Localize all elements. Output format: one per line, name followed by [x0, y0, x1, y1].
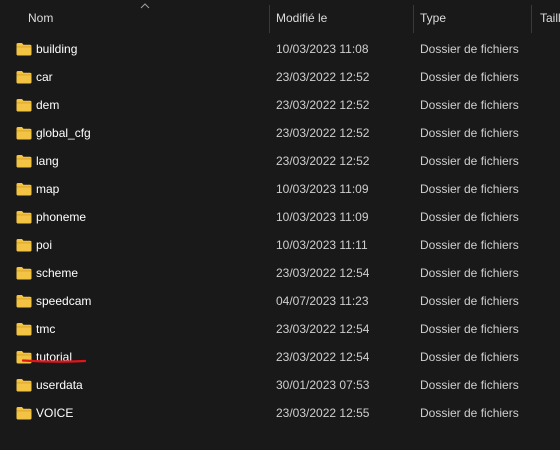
file-type: Dossier de fichiers [420, 294, 519, 308]
file-type: Dossier de fichiers [420, 70, 519, 84]
folder-icon [16, 295, 32, 308]
file-type: Dossier de fichiers [420, 98, 519, 112]
list-item[interactable]: speedcam 04/07/2023 11:23 Dossier de fic… [0, 287, 560, 315]
column-divider[interactable] [269, 5, 270, 33]
file-modified: 23/03/2022 12:52 [276, 126, 370, 140]
file-type: Dossier de fichiers [420, 42, 519, 56]
file-name: map [36, 182, 60, 196]
column-header-name[interactable]: Nom [28, 0, 268, 35]
file-type: Dossier de fichiers [420, 210, 519, 224]
file-name: phoneme [36, 210, 87, 224]
list-item[interactable]: tutorial 23/03/2022 12:54 Dossier de fic… [0, 343, 560, 371]
list-item[interactable]: car 23/03/2022 12:52 Dossier de fichiers [0, 63, 560, 91]
file-type: Dossier de fichiers [420, 238, 519, 252]
file-modified: 10/03/2023 11:09 [276, 210, 369, 224]
folder-icon [16, 267, 32, 280]
file-type: Dossier de fichiers [420, 182, 519, 196]
list-item[interactable]: lang 23/03/2022 12:52 Dossier de fichier… [0, 147, 560, 175]
file-modified: 23/03/2022 12:55 [276, 406, 370, 420]
file-name: lang [36, 154, 59, 168]
folder-icon [16, 239, 32, 252]
list-item[interactable]: building 10/03/2023 11:08 Dossier de fic… [0, 35, 560, 63]
file-modified: 23/03/2022 12:52 [276, 70, 370, 84]
folder-icon [16, 211, 32, 224]
file-modified: 10/03/2023 11:08 [276, 42, 369, 56]
column-header-type[interactable]: Type [420, 0, 528, 35]
file-modified: 04/07/2023 11:23 [276, 294, 369, 308]
list-item[interactable]: tmc 23/03/2022 12:54 Dossier de fichiers [0, 315, 560, 343]
file-modified: 23/03/2022 12:52 [276, 154, 370, 168]
column-divider[interactable] [531, 5, 532, 33]
folder-icon [16, 379, 32, 392]
file-modified: 10/03/2023 11:09 [276, 182, 369, 196]
folder-icon [16, 43, 32, 56]
list-item[interactable]: VOICE 23/03/2022 12:55 Dossier de fichie… [0, 399, 560, 427]
file-name: poi [36, 238, 53, 252]
red-underline-annotation [22, 359, 86, 363]
folder-icon [16, 407, 32, 420]
folder-icon [16, 183, 32, 196]
list-item[interactable]: phoneme 10/03/2023 11:09 Dossier de fich… [0, 203, 560, 231]
column-header-bar: Nom Modifié le Type Taille [0, 0, 560, 35]
list-item[interactable]: map 10/03/2023 11:09 Dossier de fichiers [0, 175, 560, 203]
file-name: userdata [36, 378, 83, 392]
column-divider[interactable] [413, 5, 414, 33]
column-header-modified[interactable]: Modifié le [276, 0, 410, 35]
file-modified: 23/03/2022 12:54 [276, 322, 370, 336]
folder-icon [16, 323, 32, 336]
list-item[interactable]: dem 23/03/2022 12:52 Dossier de fichiers [0, 91, 560, 119]
file-name: scheme [36, 266, 79, 280]
file-modified: 23/03/2022 12:54 [276, 266, 370, 280]
file-type: Dossier de fichiers [420, 266, 519, 280]
column-header-size[interactable]: Taille [540, 0, 560, 35]
file-type: Dossier de fichiers [420, 154, 519, 168]
file-modified: 23/03/2022 12:54 [276, 350, 370, 364]
file-modified: 23/03/2022 12:52 [276, 98, 370, 112]
file-type: Dossier de fichiers [420, 322, 519, 336]
file-type: Dossier de fichiers [420, 350, 519, 364]
file-name: tmc [36, 322, 56, 336]
folder-icon [16, 127, 32, 140]
file-type: Dossier de fichiers [420, 406, 519, 420]
file-name: dem [36, 98, 60, 112]
file-name: VOICE [36, 406, 74, 420]
list-item[interactable]: userdata 30/01/2023 07:53 Dossier de fic… [0, 371, 560, 399]
file-name: car [36, 70, 53, 84]
file-name: speedcam [36, 294, 92, 308]
file-type: Dossier de fichiers [420, 378, 519, 392]
list-item[interactable]: global_cfg 23/03/2022 12:52 Dossier de f… [0, 119, 560, 147]
file-modified: 30/01/2023 07:53 [276, 378, 370, 392]
folder-icon [16, 99, 32, 112]
file-name: global_cfg [36, 126, 91, 140]
file-name: building [36, 42, 78, 56]
list-item[interactable]: scheme 23/03/2022 12:54 Dossier de fichi… [0, 259, 560, 287]
list-item[interactable]: poi 10/03/2023 11:11 Dossier de fichiers [0, 231, 560, 259]
file-modified: 10/03/2023 11:11 [276, 238, 368, 252]
folder-icon [16, 155, 32, 168]
file-name: tutorial [36, 350, 73, 364]
file-type: Dossier de fichiers [420, 126, 519, 140]
folder-icon [16, 71, 32, 84]
